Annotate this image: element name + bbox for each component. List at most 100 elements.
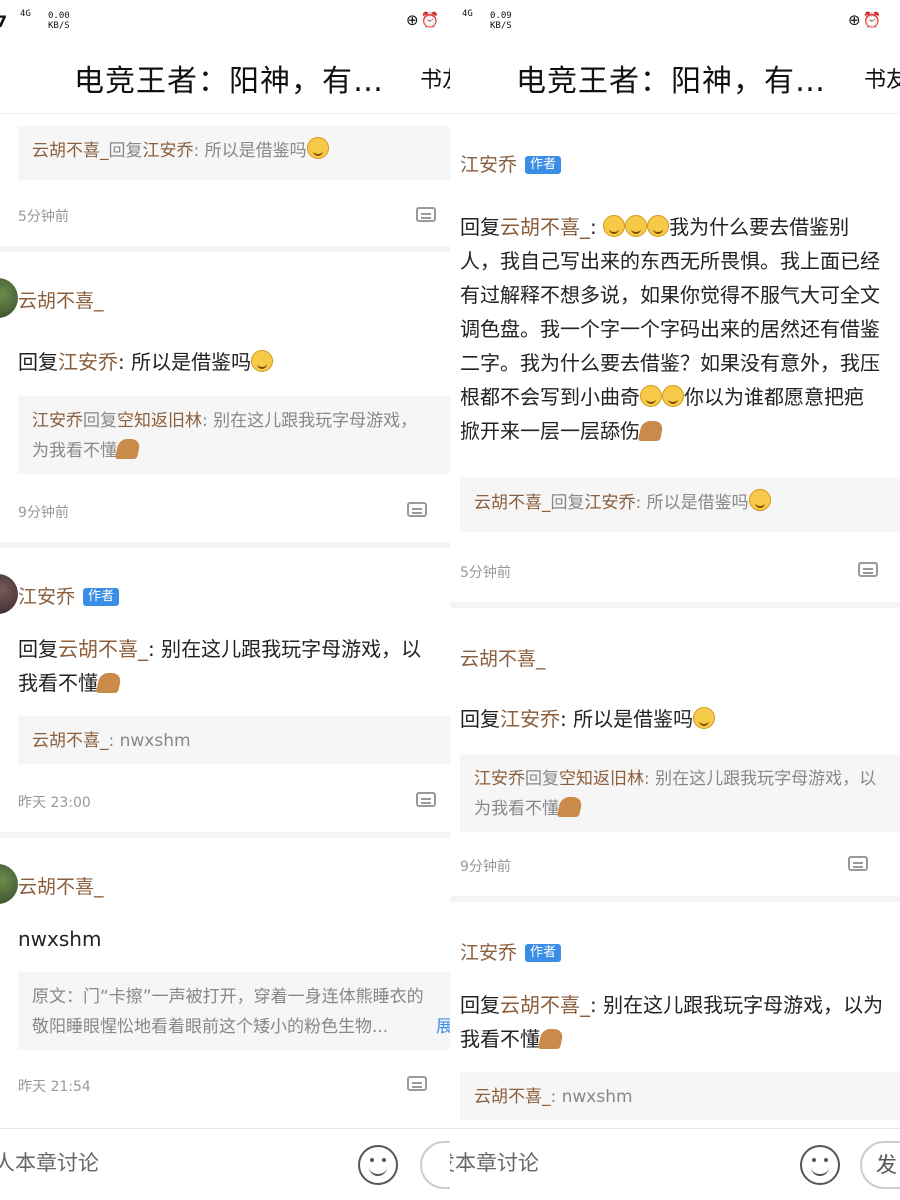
bottom-bar: 发本章讨论 发 (450, 1128, 900, 1200)
reply-text-line2: 我看不懂 (18, 671, 98, 695)
comment-author-row: 江安乔 作者 (460, 150, 562, 177)
quoted-comment[interactable]: 云胡不喜_回复江安乔: 所以是借鉴吗 (460, 478, 900, 532)
reply-icon[interactable] (416, 792, 436, 807)
discussion-input[interactable]: 人本章讨论 (0, 1147, 99, 1177)
quote-author: 云胡不喜_ (474, 493, 551, 513)
expand-link[interactable]: 展 (436, 1012, 450, 1042)
reply-target[interactable]: 云胡不喜_ (500, 993, 590, 1017)
comment-author[interactable]: 江安乔 (460, 942, 517, 964)
net-speed: 0.09 (490, 11, 512, 21)
author-badge: 作者 (83, 588, 120, 606)
quote-reply-word: 回复 (83, 411, 117, 431)
book-friends-button[interactable]: 书友 (420, 62, 450, 94)
reply-word: 回复 (18, 637, 58, 661)
reply-text: : 别在这儿跟我玩字母游戏，以为 (590, 993, 884, 1017)
smile-emoji-icon (251, 350, 274, 372)
horse-emoji-icon (114, 439, 142, 459)
divider (450, 896, 900, 902)
reply-icon[interactable] (407, 502, 427, 517)
avatar[interactable] (0, 278, 18, 318)
bottom-bar: 人本章讨论 (0, 1128, 450, 1200)
reply-text-line2: 我看不懂 (460, 1027, 540, 1051)
smile-emoji-icon (693, 707, 716, 729)
comment-content: 回复云胡不喜_: 别在这儿跟我玩字母游戏，以为 我看不懂 (460, 988, 900, 1056)
comment-author[interactable]: 云胡不喜_ (18, 286, 104, 313)
emoji-picker-icon[interactable] (358, 1145, 398, 1185)
comment-author-row: 江安乔 作者 (460, 938, 562, 965)
reply-icon[interactable] (848, 856, 868, 871)
quote-text-line2: 为我看不懂 (474, 799, 559, 819)
comment-feed[interactable]: 云胡不喜_回复江安乔: 所以是借鉴吗 5分钟前 云胡不喜_ 回复江安乔: 所以是… (0, 114, 450, 1128)
reply-word: 回复 (460, 215, 500, 239)
comment-time: 昨天 21:54 (18, 1079, 91, 1095)
avatar[interactable] (0, 574, 18, 614)
reply-target[interactable]: 江安乔 (500, 707, 560, 731)
reply-target[interactable]: 江安乔 (58, 350, 118, 374)
original-text-line1: 原文：门“卡擦”一声被打开，穿着一身连体熊睡衣的 (32, 987, 424, 1007)
reply-icon[interactable] (407, 1076, 427, 1091)
quote-text: : 别在这儿跟我玩字母游戏， (202, 411, 418, 431)
reply-word: 回复 (460, 993, 500, 1017)
alarm-icon: ⊕⏰ (406, 11, 442, 29)
comment-author-row: 江安乔 作者 (18, 582, 120, 609)
reply-target[interactable]: 云胡不喜_ (500, 215, 590, 239)
original-text-quote[interactable]: 原文：门“卡擦”一声被打开，穿着一身连体熊睡衣的 敬阳睡眼惺忪地看着眼前这个矮小… (18, 972, 450, 1050)
smile-emoji-icon (748, 489, 771, 511)
quote-author: 云胡不喜_ (32, 141, 109, 161)
quote-author: 江安乔 (32, 411, 83, 431)
title-bar: 电竞王者：阳神，有… 书友 (450, 38, 900, 114)
grin-emoji-icon (647, 215, 670, 237)
quote-reply-word: 回复 (525, 769, 559, 789)
divider (450, 602, 900, 608)
right-screenshot: 4G 0.09 KB/S ⊕⏰ 电竞王者：阳神，有… 书友 江安乔 作者 回复云胡… (450, 0, 900, 1200)
quote-text: : 别在这儿跟我玩字母游戏，以 (644, 769, 877, 789)
comment-line1: 我为什么要去借鉴别 (669, 215, 850, 239)
avatar[interactable] (0, 864, 18, 904)
quoted-comment[interactable]: 云胡不喜_回复江安乔: 所以是借鉴吗 (18, 126, 450, 180)
quote-author: 江安乔 (474, 769, 525, 789)
quote-reply-word: 回复 (108, 141, 143, 161)
reply-target[interactable]: 云胡不喜_ (58, 637, 148, 661)
net-unit: KB/S (490, 21, 512, 31)
comment-author[interactable]: 云胡不喜_ (460, 644, 546, 671)
quoted-comment[interactable]: 江安乔回复空知返旧林: 别在这儿跟我玩字母游戏，以 为我看不懂 (460, 754, 900, 832)
alarm-icon: ⊕⏰ (848, 11, 884, 29)
comment-time: 5分钟前 (18, 209, 69, 225)
quote-target: 江安乔 (584, 493, 636, 513)
quote-target: 江安乔 (142, 141, 194, 161)
comment-content: nwxshm (18, 927, 102, 951)
quote-text: : 所以是借鉴吗 (193, 141, 307, 161)
quote-text: : nwxshm (108, 731, 191, 751)
send-button[interactable] (420, 1141, 450, 1189)
quote-author: 云胡不喜_ (474, 1087, 551, 1107)
quote-text: : nwxshm (550, 1087, 633, 1107)
discussion-input[interactable]: 发本章讨论 (450, 1147, 539, 1177)
page-title: 电竞王者：阳神，有… (516, 64, 826, 99)
book-friends-button[interactable]: 书友 (864, 62, 900, 94)
reply-text: : 所以是借鉴吗 (118, 350, 252, 374)
comment-author[interactable]: 江安乔 (18, 586, 75, 608)
comment-line6b: 你以为谁都愿意把疤 (684, 385, 864, 409)
comment-content: 回复江安乔: 所以是借鉴吗 (460, 702, 900, 736)
comment-feed[interactable]: 江安乔 作者 回复云胡不喜_: 我为什么要去借鉴别 人，我自己写出来的东西无所畏惧… (450, 114, 900, 1128)
smile-emoji-icon (306, 137, 329, 159)
net-speed: 0.00 (48, 11, 70, 21)
quoted-comment[interactable]: 云胡不喜_: nwxshm (18, 716, 450, 764)
author-badge: 作者 (525, 944, 562, 962)
quoted-comment[interactable]: 云胡不喜_: nwxshm (460, 1072, 900, 1120)
comment-author[interactable]: 云胡不喜_ (18, 872, 104, 899)
reply-icon[interactable] (858, 562, 878, 577)
grin-emoji-icon (625, 215, 648, 237)
page-title: 电竞王者：阳神，有… (74, 64, 384, 99)
signal-icon: 4G (462, 9, 473, 19)
reply-word: 回复 (18, 350, 58, 374)
quote-target: 空知返旧林 (117, 411, 202, 431)
emoji-picker-icon[interactable] (800, 1145, 840, 1185)
send-button[interactable]: 发 (860, 1141, 900, 1189)
quoted-comment[interactable]: 江安乔回复空知返旧林: 别在这儿跟我玩字母游戏， 为我看不懂 (18, 396, 450, 474)
reply-icon[interactable] (416, 207, 436, 222)
original-text-line2: 敬阳睡眼惺忪地看着眼前这个矮小的粉色生物... (32, 1017, 389, 1037)
quote-reply-word: 回复 (550, 493, 585, 513)
comment-content: 回复江安乔: 所以是借鉴吗 (18, 345, 450, 379)
comment-author[interactable]: 江安乔 (460, 154, 517, 176)
